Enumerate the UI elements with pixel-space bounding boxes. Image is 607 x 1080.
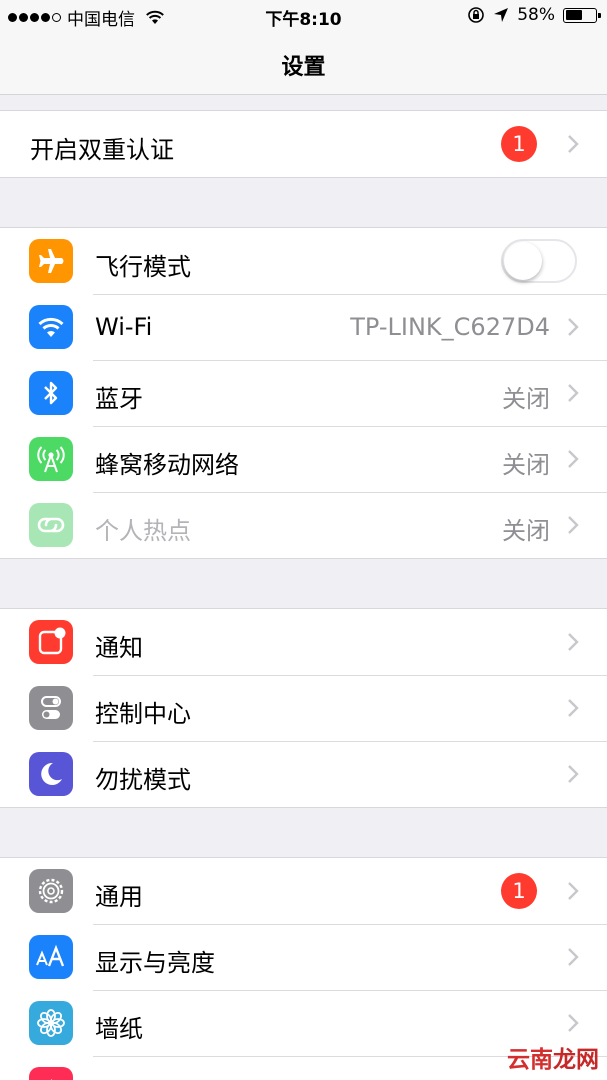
moon-icon (29, 752, 73, 796)
hotspot-label: 个人热点 (95, 517, 191, 545)
badge: 1 (501, 126, 537, 162)
bluetooth-status: 关闭 (502, 385, 550, 413)
control-center-icon (29, 686, 73, 730)
battery-percent: 58% (517, 5, 555, 25)
display-brightness-label: 显示与亮度 (95, 949, 215, 977)
gear-icon (29, 869, 73, 913)
connectivity-group: 飞行模式 Wi-Fi TP-LINK_C627D4 蓝牙 关闭 蜂窝移动网络 关… (0, 227, 607, 559)
airplane-mode-label: 飞行模式 (95, 253, 191, 281)
notifications-icon (29, 620, 73, 664)
watermark-part1: 云南 (507, 1047, 553, 1073)
chevron-right-icon (568, 318, 579, 336)
wifi-icon (29, 305, 73, 349)
battery-level (565, 10, 583, 20)
two-factor-label: 开启双重认证 (30, 136, 174, 164)
orientation-lock-icon (468, 7, 485, 23)
wallpaper-label: 墙纸 (95, 1015, 143, 1043)
chevron-right-icon (568, 1014, 579, 1032)
wifi-row[interactable]: Wi-Fi TP-LINK_C627D4 (0, 294, 607, 360)
general-row[interactable]: 通用 1 (0, 858, 607, 924)
battery-icon (563, 7, 601, 23)
cellular-label: 蜂窝移动网络 (95, 451, 239, 479)
chevron-right-icon (568, 882, 579, 900)
hotspot-row[interactable]: 个人热点 关闭 (0, 492, 607, 558)
general-label: 通用 (95, 883, 143, 911)
cellular-antenna-icon (29, 437, 73, 481)
chevron-right-icon (568, 450, 579, 468)
status-bar: 中国电信 下午8:10 58% (0, 0, 607, 32)
hotspot-status: 关闭 (502, 517, 550, 545)
chevron-right-icon (568, 384, 579, 402)
chevron-right-icon (568, 948, 579, 966)
cellular-row[interactable]: 蜂窝移动网络 关闭 (0, 426, 607, 492)
chevron-right-icon (568, 765, 579, 783)
notifications-label: 通知 (95, 634, 143, 662)
text-size-icon (29, 935, 73, 979)
bluetooth-row[interactable]: 蓝牙 关闭 (0, 360, 607, 426)
location-icon (494, 8, 509, 22)
do-not-disturb-label: 勿扰模式 (95, 766, 191, 794)
hotspot-link-icon (29, 503, 73, 547)
chevron-right-icon (568, 633, 579, 651)
do-not-disturb-row[interactable]: 勿扰模式 (0, 741, 607, 807)
page-title: 设置 (281, 55, 326, 80)
flower-icon (29, 1001, 73, 1045)
notifications-row[interactable]: 通知 (0, 609, 607, 675)
watermark: 云南龙网 (507, 1040, 599, 1074)
chevron-right-icon (568, 699, 579, 717)
chevron-right-icon (568, 135, 579, 153)
cellular-status: 关闭 (502, 451, 550, 479)
control-center-row[interactable]: 控制中心 (0, 675, 607, 741)
watermark-part2: 龙网 (553, 1047, 599, 1073)
display-brightness-row[interactable]: 显示与亮度 (0, 924, 607, 990)
airplane-icon (29, 239, 73, 283)
wifi-label: Wi-Fi (95, 313, 153, 341)
control-center-label: 控制中心 (95, 700, 191, 728)
badge: 1 (501, 873, 537, 909)
sounds-label: 声音 (95, 1075, 143, 1080)
status-right: 58% (467, 5, 601, 25)
toggle-knob (504, 242, 542, 280)
wifi-network-name: TP-LINK_C627D4 (350, 313, 550, 341)
bluetooth-icon (29, 371, 73, 415)
navigation-bar: 设置 (0, 32, 607, 95)
bluetooth-label: 蓝牙 (95, 385, 143, 413)
two-factor-row[interactable]: 开启双重认证 1 (0, 111, 607, 177)
airplane-mode-toggle[interactable] (501, 239, 577, 283)
two-factor-group: 开启双重认证 1 (0, 110, 607, 178)
speaker-icon (29, 1067, 73, 1080)
chevron-right-icon (568, 516, 579, 534)
system-group: 通知 控制中心 勿扰模式 (0, 608, 607, 808)
airplane-mode-row: 飞行模式 (0, 228, 607, 294)
